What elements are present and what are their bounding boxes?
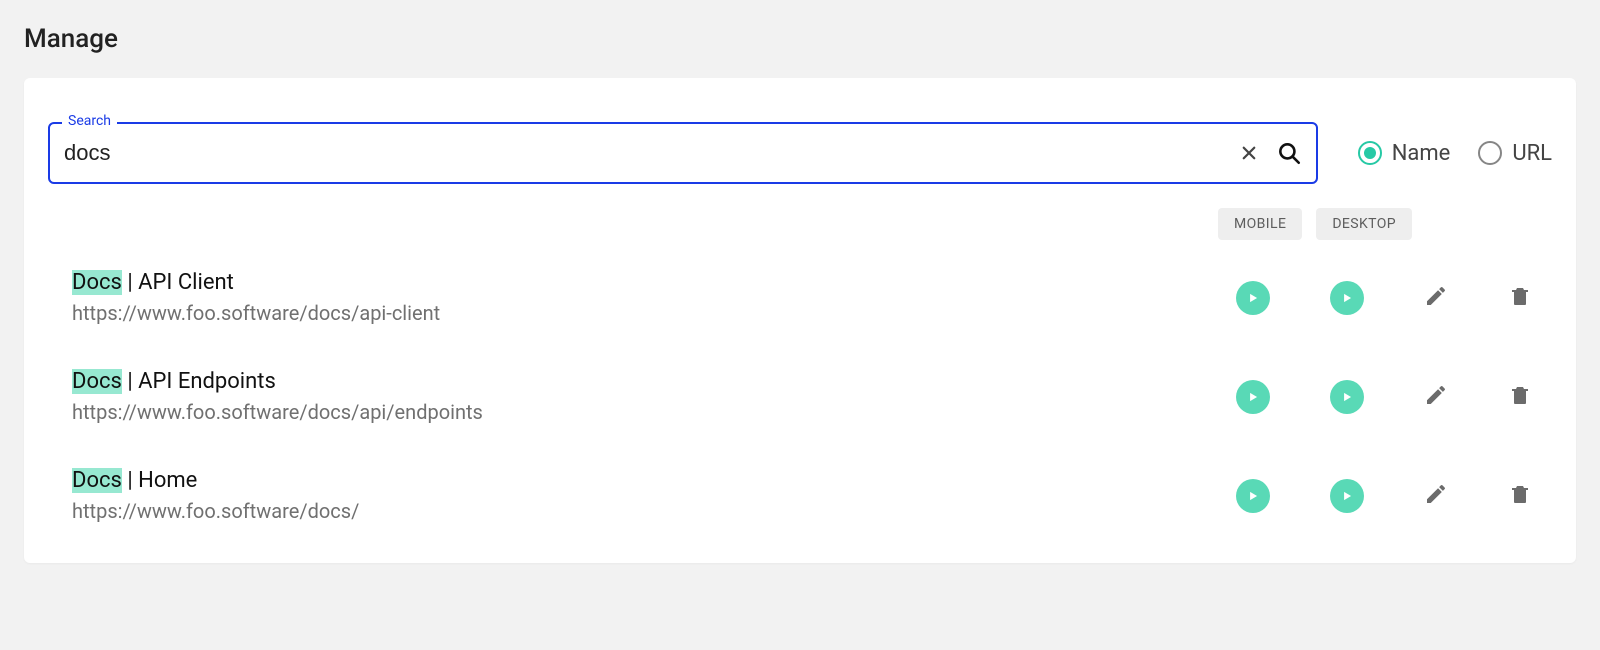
search-by-group: Name URL [1358,141,1552,166]
clear-icon[interactable] [1240,144,1258,162]
run-mobile-button[interactable] [1236,380,1270,414]
result-title-rest: | API Endpoints [122,369,276,394]
play-icon [1340,489,1354,503]
search-row: Search Name [48,78,1552,184]
result-url: https://www.foo.software/docs/api/endpoi… [72,400,1236,424]
delete-button[interactable] [1508,482,1532,510]
play-icon [1246,291,1260,305]
search-icon[interactable] [1276,140,1302,166]
result-title[interactable]: Docs | API Endpoints [72,369,1236,394]
manage-card: Search Name [24,78,1576,563]
trash-icon [1508,482,1532,506]
result-title-rest: | Home [122,468,198,493]
run-desktop-button[interactable] [1330,380,1364,414]
run-desktop-button[interactable] [1330,479,1364,513]
results-list: Docs | API Client https://www.foo.softwa… [48,270,1552,523]
edit-button[interactable] [1424,482,1448,510]
trash-icon [1508,383,1532,407]
radio-unselected-icon [1478,141,1502,165]
result-actions [1236,479,1532,513]
result-actions [1236,380,1532,414]
pencil-icon [1424,383,1448,407]
search-label: Search [62,113,117,129]
result-row: Docs | API Client https://www.foo.softwa… [72,270,1532,325]
search-by-name-radio[interactable]: Name [1358,141,1451,166]
result-highlight: Docs [72,369,122,394]
run-desktop-button[interactable] [1330,281,1364,315]
play-icon [1246,390,1260,404]
result-text: Docs | API Endpoints https://www.foo.sof… [72,369,1236,424]
result-row: Docs | API Endpoints https://www.foo.sof… [72,369,1532,424]
play-icon [1246,489,1260,503]
play-icon [1340,390,1354,404]
delete-button[interactable] [1508,284,1532,312]
run-mobile-button[interactable] [1236,479,1270,513]
result-highlight: Docs [72,270,122,295]
search-by-url-radio[interactable]: URL [1478,141,1552,166]
result-highlight: Docs [72,468,122,493]
result-text: Docs | Home https://www.foo.software/doc… [72,468,1236,523]
search-icons [1240,140,1302,166]
play-icon [1340,291,1354,305]
radio-selected-icon [1358,141,1382,165]
pencil-icon [1424,482,1448,506]
mobile-column-header: MOBILE [1218,208,1302,240]
page-title: Manage [24,24,1576,54]
run-mobile-button[interactable] [1236,281,1270,315]
search-by-url-label: URL [1512,141,1552,166]
result-title[interactable]: Docs | API Client [72,270,1236,295]
result-title[interactable]: Docs | Home [72,468,1236,493]
search-by-name-label: Name [1392,141,1451,166]
result-url: https://www.foo.software/docs/ [72,499,1236,523]
result-url: https://www.foo.software/docs/api-client [72,301,1236,325]
column-headers: MOBILE DESKTOP [48,208,1552,240]
result-text: Docs | API Client https://www.foo.softwa… [72,270,1236,325]
delete-button[interactable] [1508,383,1532,411]
pencil-icon [1424,284,1448,308]
result-title-rest: | API Client [122,270,234,295]
search-input[interactable] [64,140,1240,166]
trash-icon [1508,284,1532,308]
desktop-column-header: DESKTOP [1316,208,1412,240]
edit-button[interactable] [1424,383,1448,411]
edit-button[interactable] [1424,284,1448,312]
result-actions [1236,281,1532,315]
search-field[interactable]: Search [48,122,1318,184]
result-row: Docs | Home https://www.foo.software/doc… [72,468,1532,523]
